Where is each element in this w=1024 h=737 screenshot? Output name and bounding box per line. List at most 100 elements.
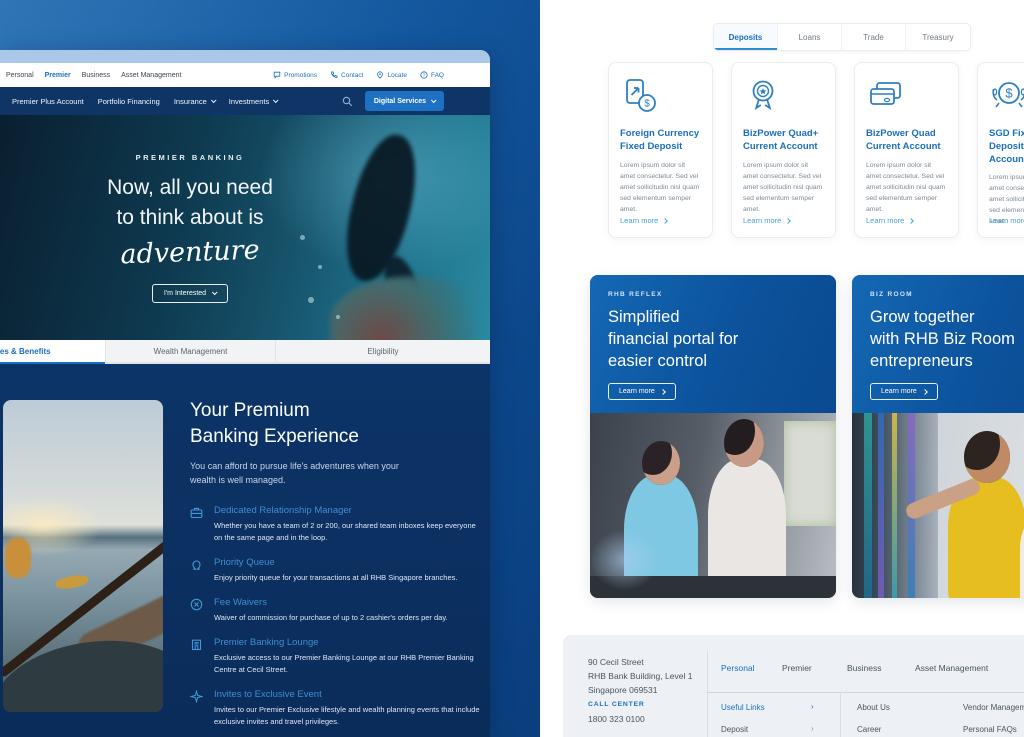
- learn-more-button[interactable]: Learn more: [870, 383, 938, 400]
- whiteboard: [784, 421, 836, 526]
- im-interested-button[interactable]: I'm Interested: [152, 284, 228, 303]
- nav-item-portfolio-financing[interactable]: Portfolio Financing: [98, 97, 160, 106]
- secondary-nav-right: Digital Services: [342, 91, 444, 111]
- footer-link-deposit[interactable]: Deposit: [721, 725, 748, 734]
- kayaker-figure: [5, 538, 31, 578]
- tab-wealth-management[interactable]: Wealth Management: [105, 340, 275, 364]
- contact-link[interactable]: Contact: [330, 71, 363, 79]
- sticky-notes: [864, 413, 872, 598]
- product-tabs: Deposits Loans Trade Treasury: [713, 23, 971, 51]
- chevron-right-icon: [909, 218, 915, 224]
- promo-biz-room[interactable]: BIZ ROOM Grow together with RHB Biz Room…: [852, 275, 1024, 598]
- nav-item-asset-management[interactable]: Asset Management: [121, 72, 181, 79]
- learn-more-link[interactable]: Learn more: [866, 216, 913, 225]
- card-title: BizPower Quad+ Current Account: [743, 128, 824, 154]
- section-heading: Your Premium Banking Experience: [190, 398, 474, 449]
- promo-copy: BIZ ROOM Grow together with RHB Biz Room…: [852, 275, 1024, 413]
- feature-banking-lounge: Premier Banking Lounge Exclusive access …: [190, 637, 474, 676]
- feature-title[interactable]: Dedicated Relationship Manager: [214, 505, 482, 516]
- coral-reef: [330, 276, 490, 340]
- chevron-right-icon: [660, 389, 666, 395]
- tab-deposits[interactable]: Deposits: [714, 24, 778, 50]
- nav-item-personal[interactable]: Personal: [6, 72, 34, 79]
- chevron-down-icon: [211, 97, 217, 103]
- card-foreign-currency-fixed-deposit[interactable]: $ Foreign Currency Fixed Deposit Lorem i…: [608, 62, 713, 238]
- feature-list: Dedicated Relationship Manager Whether y…: [190, 505, 474, 728]
- woman-head: [964, 431, 1010, 483]
- phone-icon: [330, 71, 338, 79]
- card-bizpower-quad[interactable]: BizPower Quad Current Account Lorem ipsu…: [854, 62, 959, 238]
- reflex-photo: [590, 413, 836, 598]
- chevron-right-icon: [922, 389, 928, 395]
- learn-more-button[interactable]: Learn more: [608, 383, 676, 400]
- tab-treasury[interactable]: Treasury: [906, 24, 970, 50]
- promotions-link[interactable]: Promotions: [273, 71, 317, 79]
- footer-link-personal-faqs[interactable]: Personal FAQs: [963, 725, 1017, 734]
- pin-icon: [376, 71, 384, 79]
- digital-services-button[interactable]: Digital Services: [365, 91, 444, 111]
- learn-more-link[interactable]: Learn more: [743, 216, 790, 225]
- footer-nav-asset-management[interactable]: Asset Management: [915, 663, 988, 673]
- footer-link-about-us[interactable]: About Us: [857, 703, 890, 712]
- footer-link-career[interactable]: Career: [857, 725, 881, 734]
- footer-link-useful-links[interactable]: Useful Links: [721, 703, 765, 712]
- tab-trade[interactable]: Trade: [842, 24, 906, 50]
- call-center-phone[interactable]: 1800 323 0100: [588, 714, 645, 724]
- footer-nav-premier[interactable]: Premier: [782, 663, 812, 673]
- sticky-notes: [878, 413, 884, 598]
- card-body: Lorem ipsum dolor sit amet consectetur. …: [743, 160, 824, 215]
- nav-item-business[interactable]: Business: [82, 72, 110, 79]
- footer-nav-business[interactable]: Business: [847, 663, 882, 673]
- feature-desc: Exclusive access to our Premier Banking …: [214, 652, 482, 676]
- design-composite: Personal Premier Business Asset Manageme…: [0, 0, 1024, 737]
- promo-copy: RHB REFLEX Simplified financial portal f…: [590, 275, 836, 413]
- locate-link[interactable]: Locate: [376, 71, 407, 79]
- promo-rhb-reflex[interactable]: RHB REFLEX Simplified financial portal f…: [590, 275, 836, 598]
- card-title: Foreign Currency Fixed Deposit: [620, 128, 701, 154]
- card-title: BizPower Quad Current Account: [866, 128, 947, 154]
- learn-more-link[interactable]: Learn more: [620, 216, 667, 225]
- nav-item-premier[interactable]: Premier: [45, 72, 71, 79]
- learn-more-link[interactable]: Learn more: [989, 216, 1024, 225]
- nav-item-investments[interactable]: Investments: [229, 97, 277, 106]
- nav-item-premier-plus-account[interactable]: Premier Plus Account: [12, 97, 84, 106]
- bubble: [336, 315, 340, 319]
- promo-eyebrow: RHB REFLEX: [608, 291, 818, 298]
- feature-desc: Whether you have a team of 2 or 200, our…: [214, 520, 482, 544]
- credit-cards-icon: [866, 76, 947, 116]
- footer-nav-personal[interactable]: Personal: [721, 663, 755, 673]
- secondary-nav: Premier Plus Account Portfolio Financing…: [0, 87, 490, 115]
- tab-privileges-benefits[interactable]: Privileges & Benefits: [0, 340, 105, 364]
- section-intro: You can afford to pursue life's adventur…: [190, 460, 410, 488]
- card-body: Lorem ipsum dolor sit amet consectetur. …: [620, 160, 701, 215]
- lounge-icon: [190, 637, 204, 676]
- tab-loans[interactable]: Loans: [778, 24, 842, 50]
- dollar-coin-icon: $: [989, 76, 1024, 116]
- card-bizpower-quad-plus[interactable]: BizPower Quad+ Current Account Lorem ips…: [731, 62, 836, 238]
- award-icon: [743, 76, 824, 116]
- hero-heading-line2: to think about is: [30, 204, 350, 232]
- sticky-notes: [892, 413, 897, 598]
- fee-waiver-icon: [190, 597, 204, 624]
- hero-heading-script: adventure: [30, 231, 351, 273]
- section-copy: Your Premium Banking Experience You can …: [190, 398, 474, 737]
- footer-link-vendor-management[interactable]: Vendor Management: [963, 703, 1024, 712]
- kayaking-photo: [3, 400, 163, 712]
- feature-title[interactable]: Premier Banking Lounge: [214, 637, 482, 648]
- feature-title[interactable]: Fee Waivers: [214, 597, 482, 608]
- call-center-label: CALL CENTER: [588, 701, 645, 708]
- chevron-right-icon: ›: [811, 724, 814, 733]
- faq-link[interactable]: ? FAQ: [420, 71, 444, 79]
- chevron-down-icon: [431, 97, 437, 103]
- primary-nav: Personal Premier Business Asset Manageme…: [0, 63, 490, 87]
- feature-title[interactable]: Invites to Exclusive Event: [214, 689, 482, 700]
- tab-eligibility[interactable]: Eligibility: [275, 340, 490, 364]
- card-sgd-fixed-deposit[interactable]: $ SGD Fixed Deposit Account Lorem ipsum …: [977, 62, 1024, 238]
- nav-item-insurance[interactable]: Insurance: [174, 97, 215, 106]
- footer-divider: [840, 692, 841, 737]
- feature-title[interactable]: Priority Queue: [214, 557, 482, 568]
- page-tabs: Privileges & Benefits Wealth Management …: [0, 340, 490, 364]
- woman-head: [724, 419, 764, 467]
- feature-desc: Invites to our Premier Exclusive lifesty…: [214, 704, 482, 728]
- search-icon[interactable]: [342, 96, 353, 107]
